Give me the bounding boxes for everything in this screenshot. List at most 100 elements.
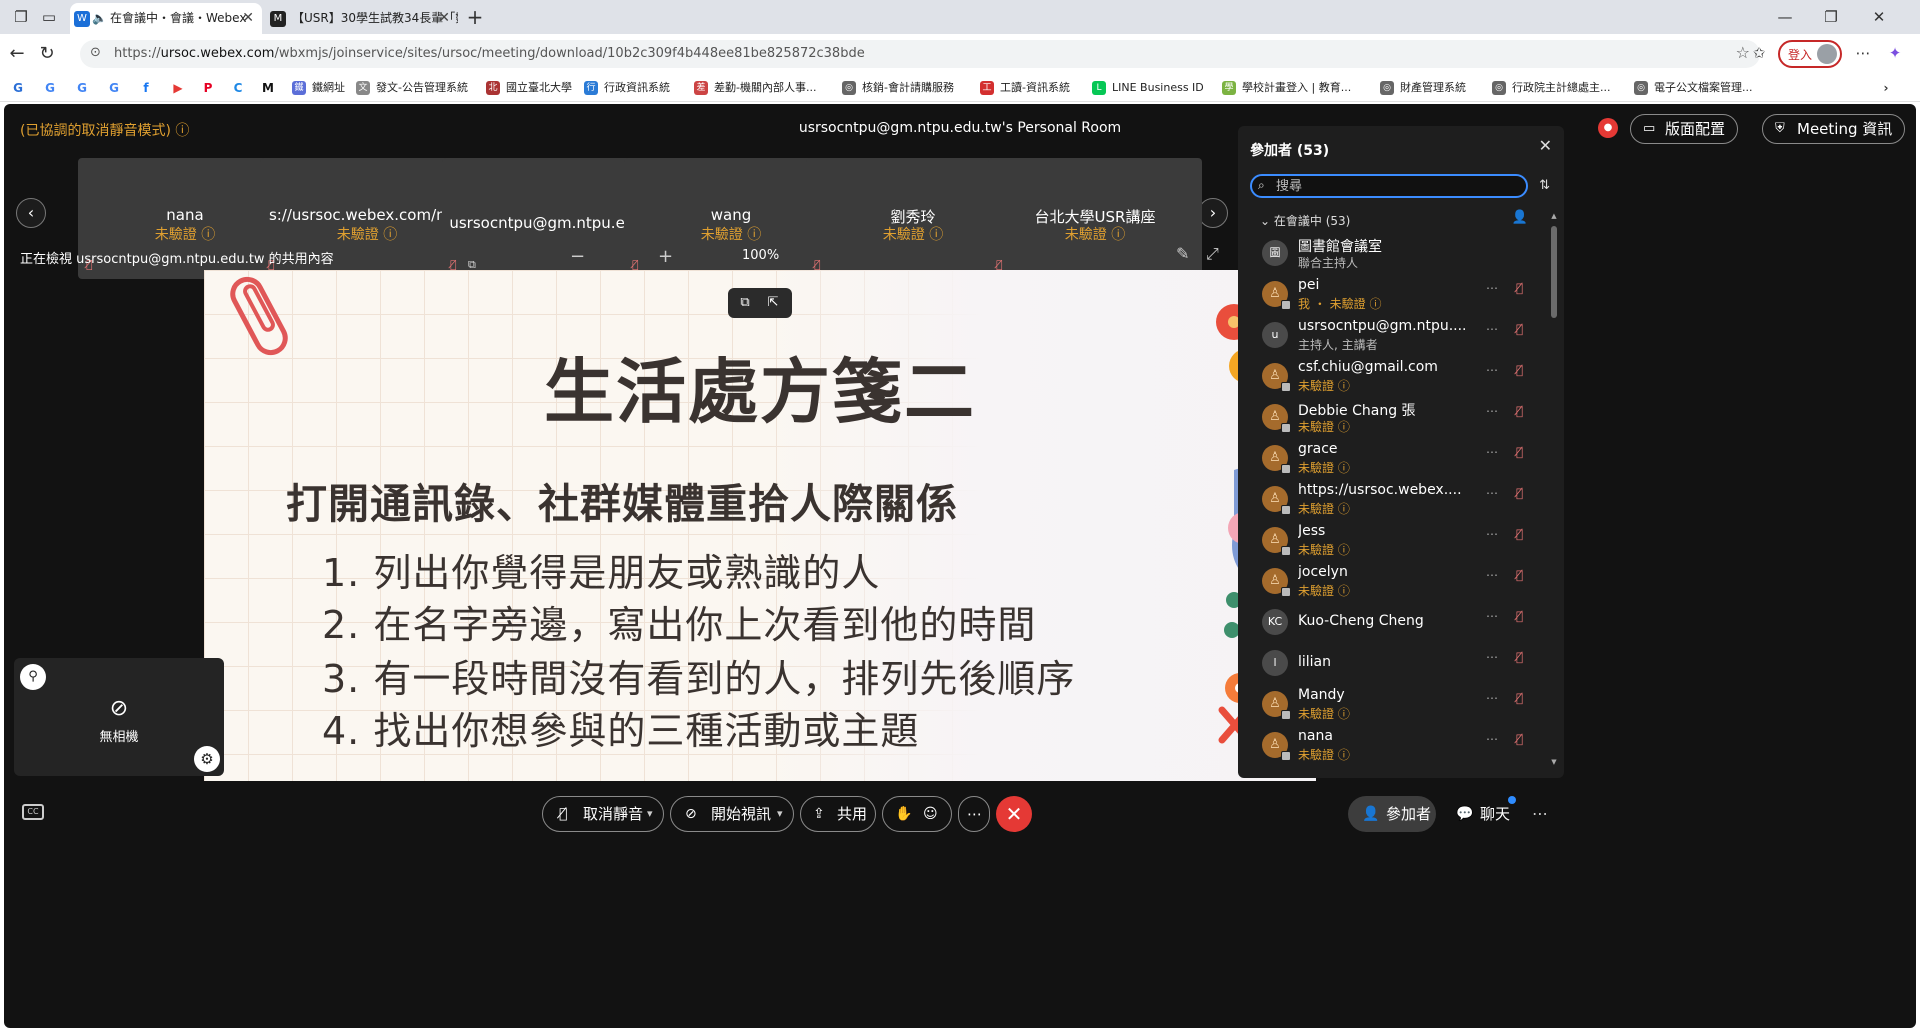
tab-webex[interactable]: W 🔈 在會議中・會議・Webex ✕ bbox=[70, 3, 262, 34]
close-icon[interactable]: ✕ bbox=[1539, 136, 1552, 155]
participant-row[interactable]: u usrsocntpu@gm.ntpu.... 主持人, 主講者 ⋯ 🎙̸ bbox=[1238, 316, 1548, 356]
participant-more-icon[interactable]: ⋯ bbox=[1486, 404, 1498, 418]
participant-row[interactable]: 圖圖書館會議室 聯合主持人 bbox=[1238, 234, 1548, 274]
participant-row[interactable]: ♙ jocelyn 未驗證 ⓘ ⋯ 🎙̸ bbox=[1238, 562, 1548, 602]
scroll-thumb[interactable] bbox=[1551, 226, 1557, 318]
panel-scrollbar[interactable]: ▲ ▼ bbox=[1550, 212, 1558, 772]
login-button[interactable]: 登入 bbox=[1778, 40, 1842, 68]
share-button[interactable]: ⇪ 共用 bbox=[800, 796, 876, 832]
participant-more-icon[interactable]: ⋯ bbox=[1486, 691, 1498, 705]
pop-out-icon[interactable]: ⇱ bbox=[762, 293, 784, 313]
favorite-link[interactable]: 行行政資訊系統 bbox=[584, 74, 670, 102]
mic-muted-icon[interactable]: 🎙̸ bbox=[1516, 691, 1523, 705]
mic-muted-icon[interactable]: 🎙̸ bbox=[1516, 732, 1523, 746]
favorite-link[interactable]: L LINE Business ID bbox=[1092, 74, 1204, 102]
participant-row[interactable]: ♙ Debbie Chang 張未驗證 ⓘ ⋯ 🎙̸ bbox=[1238, 398, 1548, 438]
participant-more-icon[interactable]: ⋯ bbox=[1486, 281, 1498, 295]
in-meeting-group[interactable]: ⌄ 在會議中 (53) bbox=[1260, 212, 1350, 229]
site-icon[interactable]: M bbox=[260, 81, 276, 95]
mic-muted-icon[interactable]: 🎙̸ bbox=[1516, 281, 1523, 295]
mic-muted-icon[interactable]: 🎙̸ bbox=[1516, 609, 1523, 623]
reload-icon[interactable]: ↻ bbox=[36, 43, 58, 65]
self-view[interactable]: ⚲ ⊘ 無相機 ⚙ bbox=[14, 658, 224, 776]
chevron-right-icon[interactable]: › bbox=[1878, 81, 1894, 95]
participant-more-icon[interactable]: ⋯ bbox=[1486, 322, 1498, 336]
sort-icon[interactable]: ⇅ bbox=[1539, 178, 1550, 193]
google-icon[interactable]: G bbox=[42, 81, 58, 95]
start-video-button[interactable]: ⊘ 開始視訊 ▾ bbox=[670, 796, 794, 832]
zoom-out-button[interactable]: − bbox=[570, 246, 585, 267]
tab-usr[interactable]: M 【USR】30學生試教34長輩「數位 ✕ bbox=[264, 3, 458, 34]
youtube-icon[interactable]: ▶ bbox=[170, 81, 186, 95]
tiles-next-button[interactable]: › bbox=[1198, 198, 1228, 228]
url-field[interactable]: ⊙ https://ursoc.webex.com/wbxmjs/joinser… bbox=[80, 40, 1760, 68]
site-icon[interactable]: C bbox=[230, 81, 246, 95]
unmute-button[interactable]: 🎙̸ 取消靜音 ▾ bbox=[542, 796, 664, 832]
mic-muted-icon[interactable]: 🎙̸ bbox=[1516, 486, 1523, 500]
workspaces-icon[interactable]: ❐ bbox=[10, 6, 32, 28]
mic-muted-icon[interactable]: 🎙̸ bbox=[1516, 404, 1523, 418]
participant-row[interactable]: ♙ Jess 未驗證 ⓘ ⋯ 🎙̸ bbox=[1238, 521, 1548, 561]
tab-actions-icon[interactable]: ▭ bbox=[38, 6, 60, 28]
favorite-link[interactable]: 文發文-公告管理系統 bbox=[356, 74, 468, 102]
pip-icon[interactable]: ⧉ bbox=[734, 293, 756, 313]
favorite-link[interactable]: ◎ 財產管理系統 bbox=[1380, 74, 1466, 102]
favorite-link[interactable]: 學學校計畫登入 | 教育... bbox=[1222, 74, 1351, 102]
layout-button[interactable]: ▭ 版面配置 bbox=[1630, 114, 1739, 144]
tiles-prev-button[interactable]: ‹ bbox=[16, 198, 46, 228]
participant-row[interactable]: KC Kuo-Cheng Cheng ⋯ 🎙̸ bbox=[1238, 603, 1548, 643]
mic-muted-icon[interactable]: 🎙̸ bbox=[1516, 568, 1523, 582]
back-icon[interactable]: ← bbox=[6, 43, 28, 65]
translate-icon[interactable]: G bbox=[10, 81, 26, 95]
chevron-down-icon[interactable]: ▾ bbox=[777, 797, 783, 831]
pin-icon[interactable]: ⚲ bbox=[20, 664, 46, 690]
site-info-icon[interactable]: ⊙ bbox=[90, 45, 101, 60]
participant-more-icon[interactable]: ⋯ bbox=[1486, 650, 1498, 664]
audio-playing-icon[interactable]: 🔈 bbox=[92, 3, 107, 34]
favorites-icon[interactable]: ✩ bbox=[1748, 42, 1770, 64]
google-icon[interactable]: G bbox=[106, 81, 122, 95]
restore-icon[interactable]: ❐ bbox=[1808, 0, 1854, 34]
closed-caption-icon[interactable]: CC bbox=[22, 804, 44, 820]
close-tab-icon[interactable]: ✕ bbox=[242, 3, 254, 34]
menu-dots-icon[interactable]: ⋯ bbox=[1852, 42, 1874, 64]
google-icon[interactable]: G bbox=[74, 81, 90, 95]
participant-more-icon[interactable]: ⋯ bbox=[1486, 486, 1498, 500]
favorite-link[interactable]: ◎ 行政院主計總處主... bbox=[1492, 74, 1611, 102]
gear-icon[interactable]: ⚙ bbox=[194, 746, 220, 772]
favorite-link[interactable]: ◎ 電子公文檔案管理... bbox=[1634, 74, 1753, 102]
mic-muted-icon[interactable]: 🎙̸ bbox=[1516, 363, 1523, 377]
favorite-link[interactable]: 工工讀-資訊系統 bbox=[980, 74, 1070, 102]
participant-more-icon[interactable]: ⋯ bbox=[1486, 527, 1498, 541]
favorite-link[interactable]: 鐵鐵網址 bbox=[292, 74, 345, 102]
favorite-link[interactable]: 北國立臺北大學 bbox=[486, 74, 572, 102]
participant-row[interactable]: l lilian ⋯ 🎙̸ bbox=[1238, 644, 1548, 684]
search-input[interactable] bbox=[1276, 177, 1516, 195]
search-box[interactable]: ⌕ bbox=[1250, 174, 1528, 198]
participant-more-icon[interactable]: ⋯ bbox=[1486, 732, 1498, 746]
close-window-icon[interactable]: ✕ bbox=[1856, 0, 1902, 34]
more-options-button[interactable]: ⋯ bbox=[958, 796, 990, 832]
participant-row[interactable]: ♙ csf.chiu@gmail.com 未驗證 ⓘ ⋯ 🎙̸ bbox=[1238, 357, 1548, 397]
scroll-down-icon[interactable]: ▼ bbox=[1550, 758, 1558, 766]
annotate-icon[interactable]: ✎ bbox=[1176, 244, 1189, 263]
admit-icon[interactable]: 👤 bbox=[1512, 210, 1528, 225]
video-tile[interactable]: 台北大學USR講座 未驗證 ⓘ 🎙̸ bbox=[988, 158, 1202, 279]
mic-muted-icon[interactable]: 🎙̸ bbox=[1516, 650, 1523, 664]
scroll-up-icon[interactable]: ▲ bbox=[1550, 212, 1558, 220]
recording-icon[interactable]: ● bbox=[1598, 118, 1618, 138]
chevron-down-icon[interactable]: ▾ bbox=[647, 797, 653, 831]
pinterest-icon[interactable]: P bbox=[200, 81, 216, 95]
mic-muted-icon[interactable]: 🎙̸ bbox=[1516, 527, 1523, 541]
leave-meeting-button[interactable]: ✕ bbox=[996, 796, 1032, 832]
mic-muted-icon[interactable]: 🎙̸ bbox=[1516, 445, 1523, 459]
participants-button[interactable]: 👤 參加者 bbox=[1348, 796, 1436, 832]
zoom-in-button[interactable]: + bbox=[658, 246, 673, 267]
participant-row[interactable]: ♙ https://usrsoc.webex.... 未驗證 ⓘ ⋯ 🎙̸ bbox=[1238, 480, 1548, 520]
mic-muted-icon[interactable]: 🎙̸ bbox=[1516, 322, 1523, 336]
new-tab-icon[interactable]: + bbox=[464, 6, 486, 28]
participant-row[interactable]: ♙ pei 我 ・ 未驗證 ⓘ ⋯ 🎙̸ bbox=[1238, 275, 1548, 315]
reactions-button[interactable]: ✋ ☺ bbox=[882, 796, 952, 832]
more-panels-icon[interactable]: ⋯ bbox=[1532, 804, 1548, 823]
favorite-link[interactable]: 差差勤-機關內部人事... bbox=[694, 74, 816, 102]
